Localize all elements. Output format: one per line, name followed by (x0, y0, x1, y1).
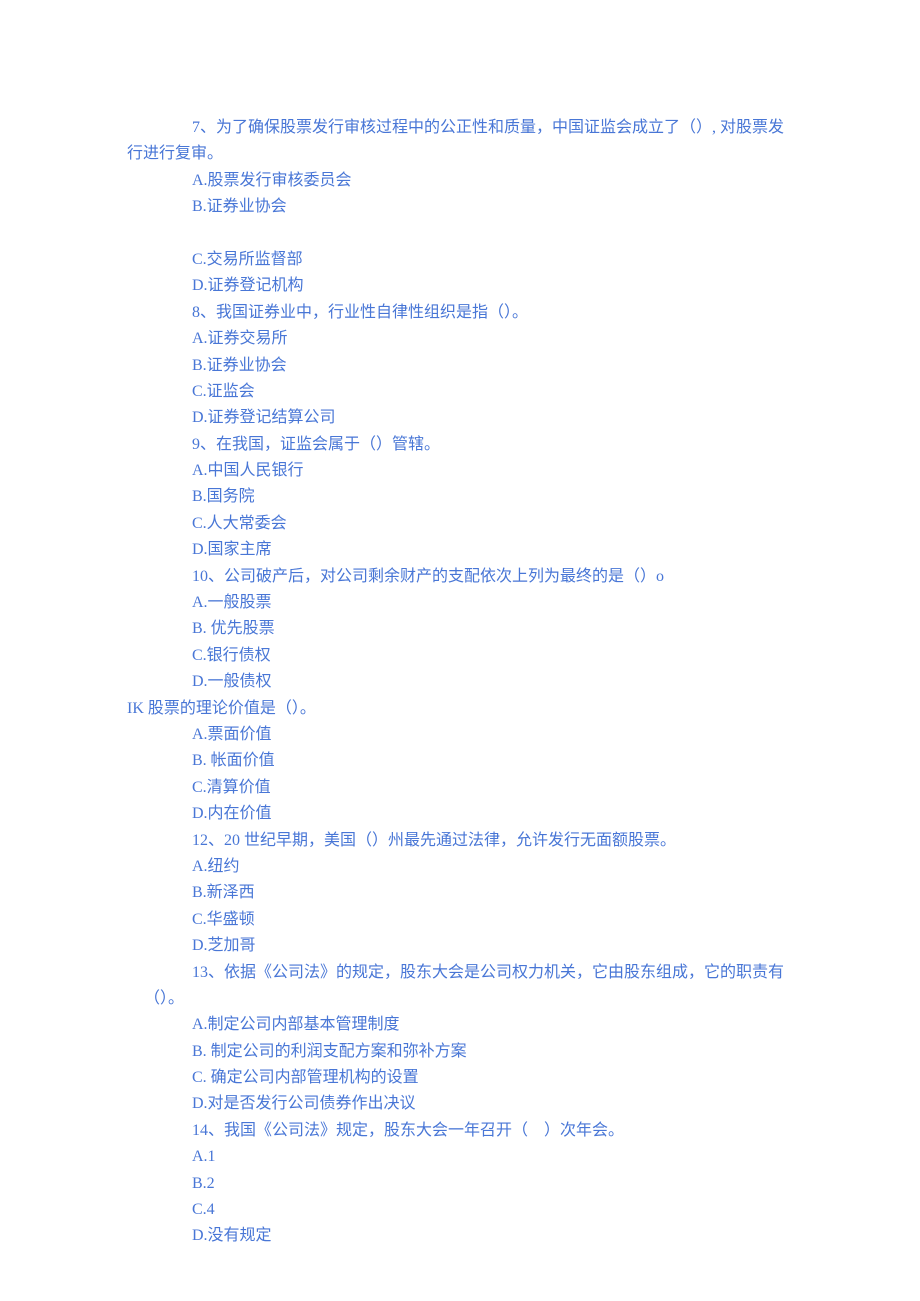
text-line: A.纽约 (192, 854, 820, 880)
text-line: D.没有规定 (192, 1223, 820, 1249)
text-line: 14、我国《公司法》规定，股东大会一年召开（ ）次年会。 (192, 1118, 820, 1144)
text-line: B.国务院 (192, 484, 820, 510)
text-line: （）。 (144, 986, 820, 1012)
text-line: C.证监会 (192, 379, 820, 405)
text-line: B. 帐面价值 (192, 748, 820, 774)
text-line: B.证券业协会 (192, 353, 820, 379)
document-content: 7、为了确保股票发行审核过程中的公正性和质量，中国证监会成立了（）, 对股票发行… (0, 115, 920, 1250)
text-line: 8、我国证券业中，行业性自律性组织是指（）。 (192, 300, 820, 326)
text-line: D.芝加哥 (192, 933, 820, 959)
text-line: A.股票发行审核委员会 (192, 168, 820, 194)
text-line: A.证券交易所 (192, 326, 820, 352)
text-line: A.制定公司内部基本管理制度 (192, 1012, 820, 1038)
text-line: C.银行债权 (192, 643, 820, 669)
text-line: B.新泽西 (192, 880, 820, 906)
text-line: D.一般债权 (192, 669, 820, 695)
text-line: A.一般股票 (192, 590, 820, 616)
text-line: 13、依据《公司法》的规定，股东大会是公司权力机关，它由股东组成，它的职责有 (192, 960, 820, 986)
text-line: B.2 (192, 1171, 820, 1197)
text-line: 12、20 世纪早期，美国（）州最先通过法律，允许发行无面额股票。 (192, 828, 820, 854)
text-line: 10、公司破产后，对公司剩余财产的支配依次上列为最终的是（）o (192, 564, 820, 590)
text-line: A.中国人民银行 (192, 458, 820, 484)
text-line: D.内在价值 (192, 801, 820, 827)
text-line: D.国家主席 (192, 537, 820, 563)
text-line: 7、为了确保股票发行审核过程中的公正性和质量，中国证监会成立了（）, 对股票发 (192, 115, 820, 141)
text-line: A.1 (192, 1144, 820, 1170)
text-line: C.交易所监督部 (192, 247, 820, 273)
text-line: B.证券业协会 (192, 194, 820, 220)
text-line: D.对是否发行公司债券作出决议 (192, 1091, 820, 1117)
text-line: A.票面价值 (192, 722, 820, 748)
text-line: IK 股票的理论价值是（）。 (127, 696, 820, 722)
text-line: B. 优先股票 (192, 616, 820, 642)
text-line: B. 制定公司的利润支配方案和弥补方案 (192, 1039, 820, 1065)
text-line: C.4 (192, 1197, 820, 1223)
text-line: C.清算价值 (192, 775, 820, 801)
text-line: D.证券登记机构 (192, 273, 820, 299)
text-line (192, 221, 820, 247)
text-line: D.证券登记结算公司 (192, 405, 820, 431)
text-line: 9、在我国，证监会属于（）管辖。 (192, 432, 820, 458)
text-line: 行进行复审。 (127, 141, 820, 167)
text-line: C.华盛顿 (192, 907, 820, 933)
text-line: C. 确定公司内部管理机构的设置 (192, 1065, 820, 1091)
text-line: C.人大常委会 (192, 511, 820, 537)
